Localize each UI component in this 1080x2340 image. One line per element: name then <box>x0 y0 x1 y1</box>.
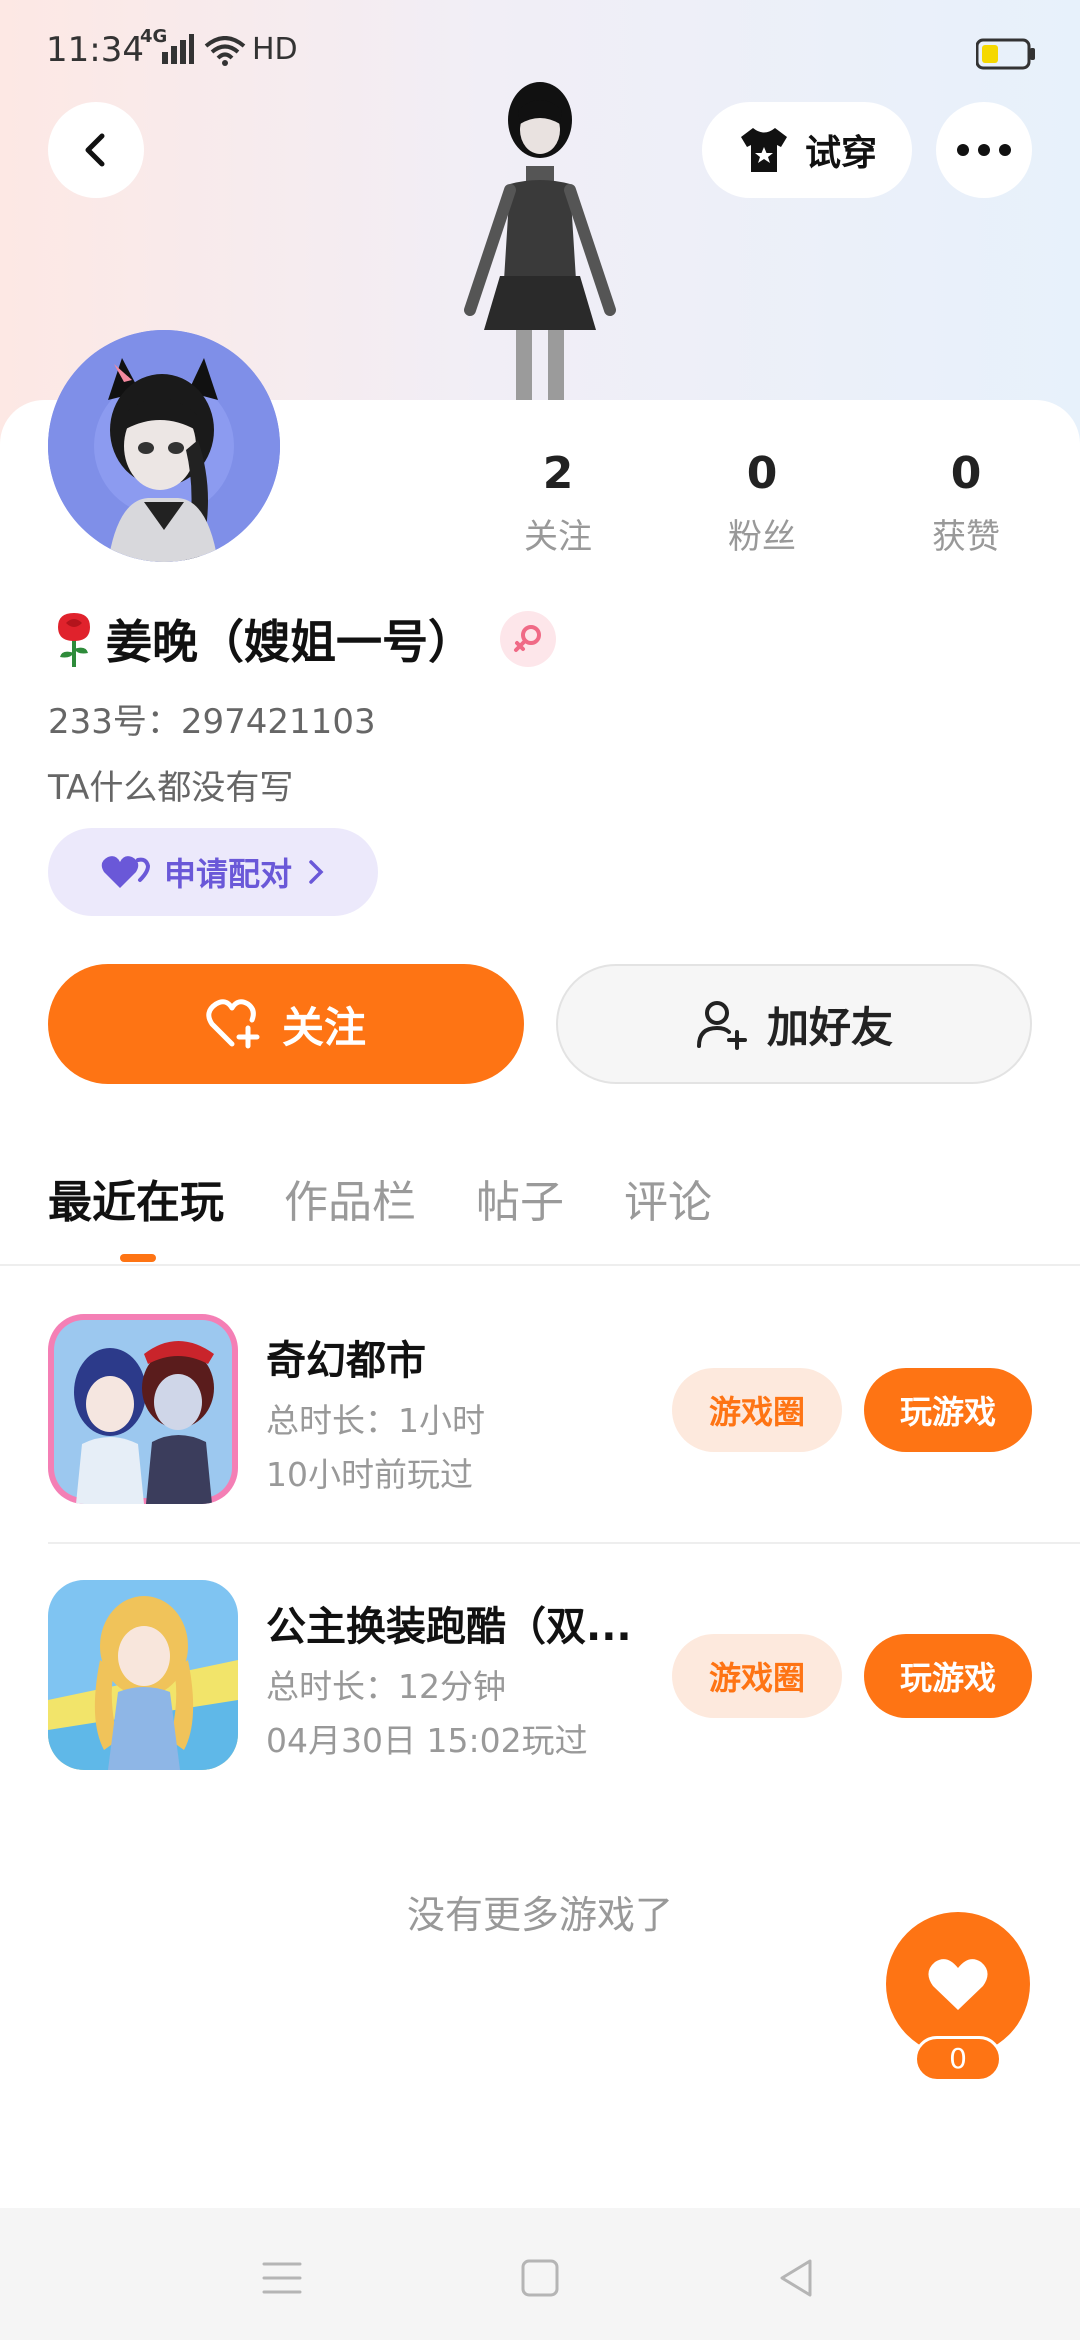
game-row[interactable]: 公主换装跑酷（双... 总时长：12分钟 04月30日 15:02玩过 游戏圈 … <box>48 1580 1032 1770</box>
follow-button[interactable]: 关注 <box>48 964 524 1084</box>
home-nav-button[interactable] <box>510 2248 570 2308</box>
fans-label: 粉丝 <box>728 517 796 557</box>
game-icon[interactable] <box>48 1580 238 1770</box>
play-game-button[interactable]: 玩游戏 <box>864 1368 1032 1452</box>
heart-icon <box>928 1959 988 2010</box>
tab-works[interactable]: 作品栏 <box>284 1166 416 1230</box>
game-icon[interactable] <box>48 1314 238 1504</box>
stat-following[interactable]: 2 关注 <box>488 448 628 558</box>
back-button[interactable] <box>48 102 144 198</box>
back-arrow-icon <box>85 133 105 167</box>
game-title: 公主换装跑酷（双... <box>266 1604 632 1650</box>
heart-plus-icon <box>206 999 260 1049</box>
battery-icon <box>976 38 1035 70</box>
try-on-button[interactable]: 试穿 <box>702 102 912 198</box>
row-divider <box>48 1542 1080 1544</box>
gender-badge <box>500 611 556 667</box>
following-count: 2 <box>542 448 574 499</box>
bio: TA什么都没有写 <box>48 768 294 808</box>
game-row[interactable]: 奇幻都市 总时长：1小时 10小时前玩过 游戏圈 玩游戏 <box>48 1314 1032 1504</box>
tab-comments[interactable]: 评论 <box>624 1166 712 1230</box>
likes-label: 获赞 <box>932 517 1000 557</box>
nickname: 姜晚（嫂姐一号） <box>106 615 474 669</box>
add-user-icon <box>696 1001 747 1050</box>
stat-likes[interactable]: 0 获赞 <box>896 448 1036 558</box>
request-pair-button[interactable]: 申请配对 <box>48 828 378 916</box>
game-title: 奇幻都市 <box>266 1338 426 1384</box>
add-friend-button[interactable]: 加好友 <box>556 964 1032 1084</box>
back-nav-button[interactable] <box>766 2248 826 2308</box>
name-row: 姜晚（嫂姐一号） <box>48 606 556 672</box>
game-circle-button[interactable]: 游戏圈 <box>672 1368 842 1452</box>
more-dots-icon <box>957 144 1011 156</box>
active-tab-indicator <box>120 1254 156 1262</box>
fans-count: 0 <box>746 448 778 499</box>
profile-tabs: 最近在玩 作品栏 帖子 评论 <box>48 1166 772 1230</box>
request-pair-label: 申请配对 <box>163 855 292 893</box>
follow-label: 关注 <box>281 1002 366 1052</box>
tabs-divider <box>0 1264 1080 1266</box>
tshirt-icon <box>740 128 787 172</box>
add-friend-label: 加好友 <box>766 1002 893 1052</box>
like-count: 0 <box>914 2036 1002 2082</box>
status-time: 11:34 <box>46 30 144 70</box>
following-label: 关注 <box>524 517 592 557</box>
hd-label: HD <box>252 32 298 67</box>
play-game-button[interactable]: 玩游戏 <box>864 1634 1032 1718</box>
game-last-played: 10小时前玩过 <box>266 1455 473 1494</box>
tab-posts[interactable]: 帖子 <box>476 1166 564 1230</box>
game-thumbnail-image <box>48 1580 238 1770</box>
female-icon <box>514 625 541 652</box>
menu-nav-button[interactable] <box>252 2248 312 2308</box>
avatar[interactable] <box>48 330 280 562</box>
hearts-icon <box>101 856 150 888</box>
likes-count: 0 <box>950 448 982 499</box>
rose-icon <box>58 613 90 667</box>
try-on-label: 试穿 <box>804 133 877 174</box>
chevron-right-icon <box>309 860 324 884</box>
game-thumbnail-image <box>48 1314 238 1504</box>
wifi-icon <box>204 36 246 66</box>
home-square-icon <box>521 2259 559 2297</box>
game-duration: 总时长：1小时 <box>266 1401 485 1440</box>
tab-recent-games[interactable]: 最近在玩 <box>48 1166 224 1230</box>
signal-icon <box>162 34 194 64</box>
game-duration: 总时长：12分钟 <box>266 1667 506 1706</box>
character-3d-figure <box>464 82 616 400</box>
game-last-played: 04月30日 15:02玩过 <box>266 1721 588 1760</box>
menu-icon <box>262 2262 302 2294</box>
user-id: 233号：297421103 <box>48 702 376 742</box>
stat-fans[interactable]: 0 粉丝 <box>692 448 832 558</box>
more-options-button[interactable] <box>936 102 1032 198</box>
avatar-image <box>48 330 280 562</box>
back-triangle-icon <box>780 2259 812 2297</box>
game-circle-button[interactable]: 游戏圈 <box>672 1634 842 1718</box>
system-nav-bar <box>0 2208 1080 2340</box>
like-button[interactable] <box>886 1912 1030 2056</box>
